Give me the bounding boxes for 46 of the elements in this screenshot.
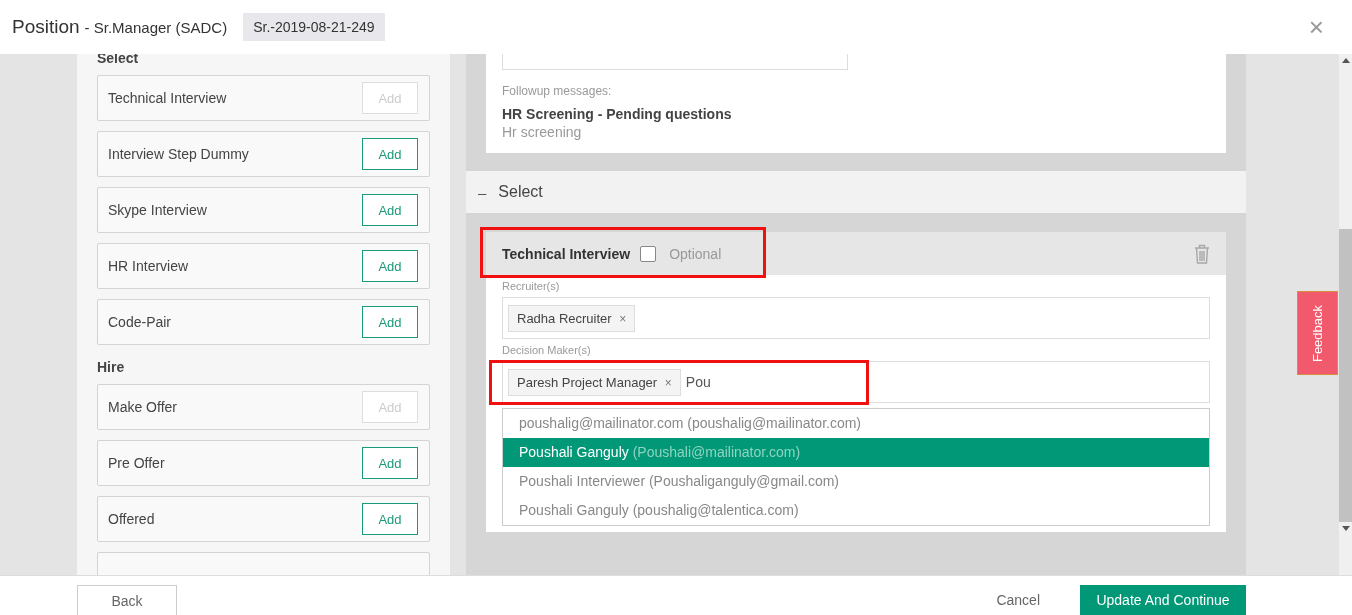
cancel-button[interactable]: Cancel: [990, 585, 1046, 615]
scroll-down-icon[interactable]: [1341, 526, 1350, 531]
suggestion-item[interactable]: Poushali Ganguly (Poushali@mailinator.com): [503, 438, 1209, 467]
add-button[interactable]: Add: [362, 306, 418, 338]
step-label: Make Offer: [108, 399, 177, 415]
add-button[interactable]: Add: [362, 503, 418, 535]
section-title: Select: [498, 183, 543, 201]
scroll-up-icon[interactable]: [1341, 58, 1350, 63]
recruiters-label: Recruiter(s): [502, 279, 561, 294]
search-text: Pou: [685, 374, 711, 390]
step-label: Pre Offer: [108, 455, 165, 471]
scrollbar[interactable]: [1339, 54, 1352, 575]
step-label: Offered: [108, 511, 155, 527]
followup-title: HR Screening - Pending questions: [502, 106, 733, 122]
suggestion-item[interactable]: Poushali Interviewer (Poushaliganguly@gmail.com): [503, 467, 1209, 496]
suggestion-item[interactable]: poushalig@mailinator.com (poushalig@mailinator.com): [503, 409, 1209, 438]
followup-label: Followup messages:: [502, 84, 613, 98]
followup-subtitle: Hr screening: [502, 124, 583, 140]
step-label: Interview Step Dummy: [108, 146, 249, 162]
add-button[interactable]: Add: [362, 447, 418, 479]
step-label: Skype Interview: [108, 202, 207, 218]
step-label: HR Interview: [108, 258, 189, 274]
position-name: - Sr.Manager (SADC): [84, 18, 228, 36]
decision-makers-label: Decision Maker(s): [502, 343, 592, 358]
suggestion-item[interactable]: Poushali Ganguly (poushalig@talentica.com): [503, 496, 1209, 525]
collapse-toggle[interactable]: –: [478, 183, 487, 201]
step-title: Technical Interview: [502, 245, 631, 262]
update-and-continue-button[interactable]: Update And Continue: [1080, 585, 1246, 615]
step-label: Technical Interview: [108, 90, 227, 106]
feedback-tab[interactable]: Feedback: [1297, 291, 1338, 375]
add-button[interactable]: Add: [362, 250, 418, 282]
decision-maker-chip: Paresh Project Manager ×: [508, 368, 681, 396]
position-code-tag: Sr.-2019-08-21-249: [243, 13, 385, 41]
trash-icon[interactable]: [1194, 243, 1210, 264]
close-button[interactable]: ×: [1308, 12, 1324, 43]
dialog-title: Position: [12, 16, 80, 38]
recruiter-chip: Radha Recruiter ×: [508, 304, 636, 332]
section-header[interactable]: – Select: [466, 171, 1246, 213]
recruiters-field[interactable]: Radha Recruiter ×: [502, 297, 1210, 339]
optional-label: Optional: [669, 245, 722, 262]
optional-checkbox[interactable]: [640, 245, 657, 262]
stage-heading: Hire: [97, 358, 126, 377]
add-button[interactable]: Add: [362, 194, 418, 226]
add-button[interactable]: Add: [362, 138, 418, 170]
back-button[interactable]: Back: [77, 585, 177, 615]
step-label: Code-Pair: [108, 314, 172, 330]
